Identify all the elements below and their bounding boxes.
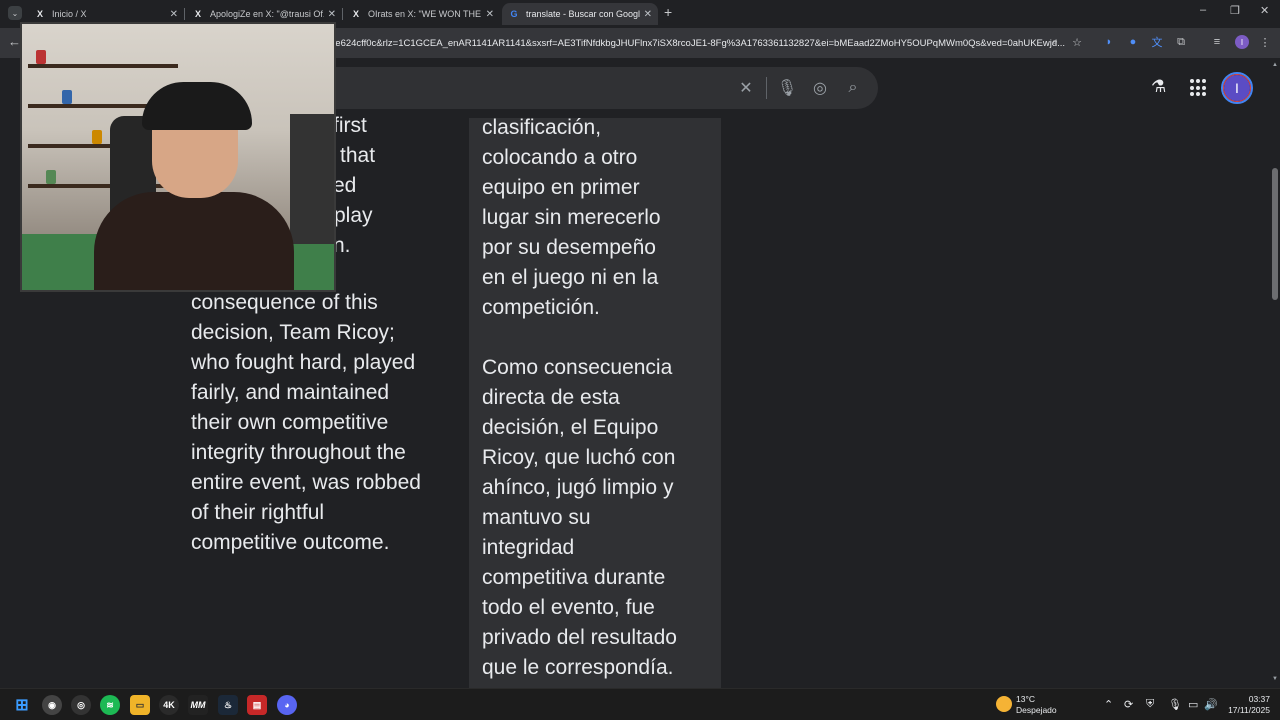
- zoom-icon[interactable]: ⌕: [1048, 35, 1062, 49]
- weather-widget[interactable]: 13°C Despejado: [1016, 694, 1057, 716]
- lens-camera-icon[interactable]: ◎: [811, 79, 829, 97]
- english-fragment: first: [333, 114, 367, 137]
- app-icon[interactable]: ▤: [247, 695, 267, 715]
- media-control-icon[interactable]: ≡: [1210, 35, 1224, 49]
- spanish-translation-text: clasificación, colocando a otro equipo e…: [482, 116, 677, 679]
- scrollbar-thumb[interactable]: [1272, 168, 1278, 300]
- tab-divider: [342, 8, 343, 20]
- google-icon: G: [510, 9, 518, 19]
- mic-icon[interactable]: 🎙: [777, 79, 797, 97]
- 4k-app-icon[interactable]: 4K: [159, 695, 179, 715]
- tab-search-button[interactable]: ⌄: [8, 6, 22, 20]
- labs-flask-icon[interactable]: ⚗: [1151, 77, 1166, 97]
- mm-app-icon[interactable]: MM: [188, 695, 208, 715]
- clock-date: 17/11/2025: [1228, 705, 1270, 715]
- bookmark-star-icon[interactable]: ☆: [1070, 35, 1084, 49]
- maximize-button[interactable]: ❐: [1230, 4, 1240, 17]
- person-body: [94, 192, 294, 290]
- system-clock[interactable]: 03:37 17/11/2025: [1224, 694, 1270, 716]
- x-logo-icon: X: [36, 9, 43, 19]
- tab-label: translate - Buscar con Google: [526, 9, 640, 19]
- sim-rig: [290, 114, 334, 244]
- close-window-button[interactable]: ✕: [1260, 4, 1269, 17]
- windows-start-icon[interactable]: ⊞: [12, 695, 32, 715]
- english-fragment: play: [334, 204, 373, 227]
- minimize-button[interactable]: –: [1200, 4, 1206, 16]
- x-logo-icon: X: [352, 9, 359, 19]
- sync-icon[interactable]: ⟳: [1124, 698, 1133, 711]
- extension-icon[interactable]: ●: [1126, 35, 1140, 49]
- extension-icon[interactable]: ◗: [1102, 35, 1116, 49]
- tab-translate[interactable]: G translate - Buscar con Google ✕: [502, 3, 658, 25]
- scroll-up-arrow-icon[interactable]: ▲: [1272, 62, 1278, 68]
- figure-item: [46, 170, 56, 184]
- apps-grid-icon[interactable]: [1190, 79, 1208, 97]
- weather-desc: Despejado: [1016, 705, 1057, 715]
- volume-icon[interactable]: 🔊: [1204, 698, 1218, 711]
- tab-label: ApologiZe en X: "@trausi Of.cu: [210, 9, 324, 19]
- clock-time: 03:37: [1248, 694, 1270, 704]
- microphone-icon[interactable]: 🎙: [1168, 698, 1182, 711]
- x-logo-icon: X: [194, 9, 201, 19]
- translate-extension-icon[interactable]: 文: [1150, 35, 1164, 49]
- english-fragment: ed: [333, 174, 357, 197]
- figure-item: [36, 50, 46, 64]
- address-bar[interactable]: 5e624cff0c&rlz=1C1GCEA_enAR1141AR1141&sx…: [330, 32, 1070, 54]
- close-icon[interactable]: ✕: [328, 9, 336, 20]
- file-explorer-icon[interactable]: ▭: [130, 695, 150, 715]
- discord-icon[interactable]: ◕: [277, 695, 297, 715]
- close-icon[interactable]: ✕: [644, 9, 652, 20]
- webcam-overlay: [20, 22, 336, 292]
- weather-temp: 13°C: [1016, 694, 1035, 704]
- tray-chevron-icon[interactable]: ⌃: [1104, 698, 1113, 711]
- scroll-down-arrow-icon[interactable]: ▼: [1272, 676, 1278, 682]
- defender-icon[interactable]: ⛨: [1146, 698, 1154, 711]
- profile-avatar[interactable]: I: [1235, 35, 1249, 49]
- clear-icon[interactable]: ✕: [737, 79, 755, 97]
- chrome-icon[interactable]: ◉: [42, 695, 62, 715]
- shelf: [28, 64, 178, 68]
- figure-item: [62, 90, 72, 104]
- weather-icon[interactable]: [996, 696, 1012, 712]
- network-icon[interactable]: ▭: [1188, 698, 1198, 711]
- spotify-icon[interactable]: ≋: [100, 695, 120, 715]
- steam-icon[interactable]: ♨: [218, 695, 238, 715]
- account-avatar[interactable]: I: [1221, 72, 1253, 104]
- new-tab-button[interactable]: +: [664, 4, 672, 20]
- tab-oirats[interactable]: X OIrats en X: "WE WON THE FIR ✕: [344, 3, 500, 25]
- extensions-puzzle-icon[interactable]: ⧉: [1174, 35, 1188, 49]
- close-icon[interactable]: ✕: [486, 9, 494, 20]
- tab-label: OIrats en X: "WE WON THE FIR: [368, 9, 482, 19]
- close-icon[interactable]: ✕: [170, 9, 178, 20]
- english-fragment: that: [340, 144, 376, 167]
- search-icon[interactable]: ⌕: [844, 79, 862, 97]
- windows-taskbar: ⊞ ◉ ◎ ≋ ▭ 4K MM ♨ ▤ ◕ 13°C Despejado ⌃ ⟳…: [0, 688, 1280, 720]
- tab-label: Inicio / X: [52, 9, 87, 19]
- chrome-profile-icon[interactable]: ◎: [71, 695, 91, 715]
- search-box[interactable]: ✕ 🎙 ◎ ⌕: [300, 67, 878, 109]
- menu-kebab-icon[interactable]: ⋮: [1258, 35, 1272, 49]
- tab-divider: [184, 8, 185, 20]
- english-source-text: consequence of this decision, Team Ricoy…: [191, 291, 421, 554]
- figure-item: [92, 130, 102, 144]
- search-divider: [766, 77, 767, 99]
- page-scrollbar[interactable]: ▲ ▼: [1270, 58, 1280, 688]
